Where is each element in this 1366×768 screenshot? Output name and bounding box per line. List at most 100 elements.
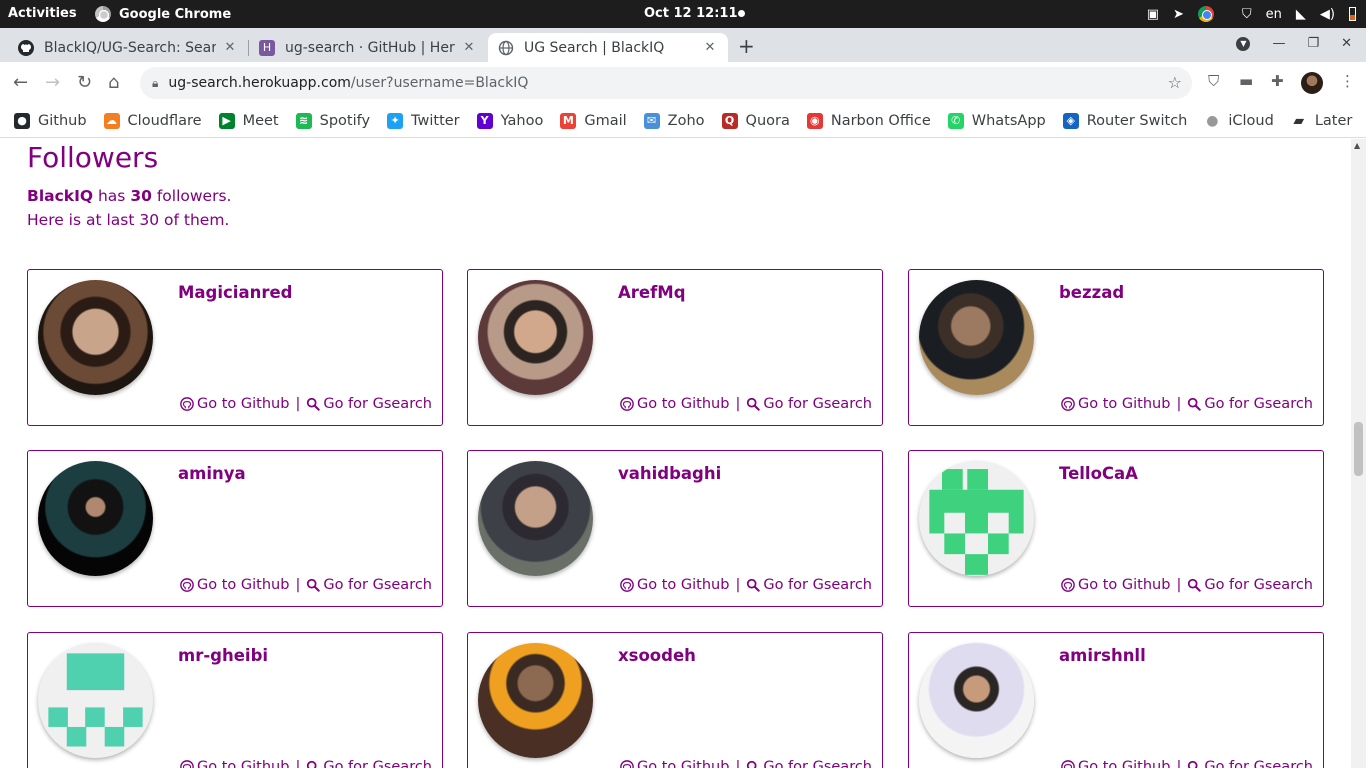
summary-count: 30 [130, 187, 152, 205]
avatar [478, 280, 593, 395]
tab-ug-search[interactable]: UG Search | BlackIQ ✕ [488, 33, 728, 62]
github-icon [1061, 397, 1075, 411]
bookmark-cloudflare[interactable]: ☁ Cloudflare [103, 112, 202, 129]
close-tab-icon[interactable]: ✕ [461, 40, 477, 55]
go-to-github-link[interactable]: Go to Github [197, 396, 289, 412]
follower-username[interactable]: aminya [178, 464, 246, 483]
go-for-gsearch-link[interactable]: Go for Gsearch [323, 577, 432, 593]
battery-icon[interactable] [1349, 7, 1356, 21]
forward-arrow-icon[interactable]: → [45, 72, 60, 93]
new-tab-button[interactable]: + [738, 34, 755, 58]
go-for-gsearch-link[interactable]: Go for Gsearch [1204, 759, 1313, 768]
maximize-icon[interactable]: ❐ [1307, 36, 1319, 51]
follower-username[interactable]: amirshnll [1059, 646, 1146, 665]
tab-github-repo[interactable]: BlackIQ/UG-Search: Searc ✕ [8, 33, 248, 62]
follower-username[interactable]: TelloCaA [1059, 464, 1138, 483]
scroll-up-arrow-icon[interactable]: ▲ [1354, 141, 1360, 150]
home-icon[interactable]: ⌂ [108, 72, 119, 93]
go-for-gsearch-link[interactable]: Go for Gsearch [323, 396, 432, 412]
follower-username[interactable]: Magicianred [178, 283, 292, 302]
go-to-github-link[interactable]: Go to Github [637, 759, 729, 768]
activities-button[interactable]: Activities [8, 6, 77, 21]
link-separator: | [735, 759, 741, 768]
bookmark-router-switch[interactable]: ◈ Router Switch [1062, 112, 1187, 129]
bookmark-twitter[interactable]: ✦ Twitter [387, 112, 460, 129]
go-to-github-link[interactable]: Go to Github [197, 577, 289, 593]
bookmark-spotify[interactable]: ≋ Spotify [295, 112, 371, 129]
go-to-github-link[interactable]: Go to Github [197, 759, 289, 768]
github-icon: ● [14, 112, 30, 129]
puzzle-icon[interactable]: ✚ [1271, 72, 1284, 90]
go-to-github-link[interactable]: Go to Github [1078, 577, 1170, 593]
address-bar[interactable]: 🔒︎ ug-search.herokuapp.com /user?usernam… [140, 67, 1192, 99]
clipboard-icon[interactable]: ▣ [1147, 7, 1159, 22]
app-menu[interactable]: Google Chrome [95, 6, 231, 22]
go-for-gsearch-link[interactable]: Go for Gsearch [763, 396, 872, 412]
follower-username[interactable]: xsoodeh [618, 646, 696, 665]
shield-extension-icon[interactable]: ⛉ [1208, 72, 1219, 90]
go-to-github-link[interactable]: Go to Github [637, 577, 729, 593]
close-tab-icon[interactable]: ✕ [702, 40, 718, 55]
follower-username[interactable]: vahidbaghi [618, 464, 721, 483]
bookmark-icloud[interactable]: ● iCloud [1204, 112, 1274, 129]
bookmark-star-icon[interactable]: ☆ [1168, 73, 1182, 92]
incognito-extension-icon[interactable]: ▬ [1239, 72, 1253, 90]
shield-icon[interactable]: ⛉ [1242, 7, 1252, 22]
bookmark-meet[interactable]: ▶ Meet [218, 112, 279, 129]
github-icon [180, 578, 194, 592]
follower-username[interactable]: ArefMq [618, 283, 686, 302]
bookmark-label: Gmail [584, 112, 627, 129]
notification-dot [738, 10, 745, 17]
bookmark-quora[interactable]: Q Quora [721, 112, 790, 129]
reload-icon[interactable]: ↻ [77, 72, 92, 93]
go-for-gsearch-link[interactable]: Go for Gsearch [763, 759, 872, 768]
volume-icon[interactable]: ◀) [1320, 7, 1335, 22]
search-icon [1188, 578, 1202, 592]
window-controls: ▼ — ❐ ✕ [1236, 36, 1352, 51]
go-to-github-link[interactable]: Go to Github [1078, 759, 1170, 768]
tab-heroku[interactable]: H ug-search · GitHub | Hero ✕ [249, 33, 487, 62]
telegram-icon[interactable]: ➤ [1173, 7, 1184, 22]
lock-icon[interactable]: 🔒︎ [152, 76, 158, 91]
bookmark-narbon-office[interactable]: ◉ Narbon Office [806, 112, 931, 129]
follower-card: TelloCaA Go to Github | Go for Gsearch [908, 450, 1324, 607]
chrome-tray-icon[interactable] [1197, 6, 1228, 22]
go-to-github-link[interactable]: Go to Github [637, 396, 729, 412]
follower-card: Magicianred Go to Github | Go for Gsearch [27, 269, 443, 426]
wifi-icon[interactable]: ◣ [1296, 7, 1306, 22]
follower-card: bezzad Go to Github | Go for Gsearch [908, 269, 1324, 426]
bookmark-later[interactable]: ▰ Later [1291, 113, 1352, 129]
go-for-gsearch-link[interactable]: Go for Gsearch [763, 577, 872, 593]
menu-dots-icon[interactable]: ⋮ [1340, 72, 1355, 90]
router-icon: ◈ [1062, 112, 1079, 129]
github-icon [1061, 578, 1075, 592]
bookmark-gmail[interactable]: M Gmail [560, 112, 627, 129]
go-for-gsearch-link[interactable]: Go for Gsearch [1204, 577, 1313, 593]
language-indicator[interactable]: en [1266, 7, 1282, 22]
back-arrow-icon[interactable]: ← [13, 72, 28, 93]
follower-username[interactable]: mr-gheibi [178, 646, 268, 665]
close-tab-icon[interactable]: ✕ [222, 40, 238, 55]
profile-avatar[interactable] [1301, 72, 1323, 94]
github-icon [180, 397, 194, 411]
browser-toolbar: ← → ↻ ⌂ 🔒︎ ug-search.herokuapp.com /user… [0, 62, 1366, 104]
bookmark-whatsapp[interactable]: ✆ WhatsApp [947, 112, 1046, 129]
go-to-github-link[interactable]: Go to Github [1078, 396, 1170, 412]
bookmark-yahoo[interactable]: Y Yahoo [476, 112, 543, 129]
bookmark-label: iCloud [1228, 112, 1274, 129]
bookmark-github[interactable]: ● Github [14, 112, 87, 129]
go-for-gsearch-link[interactable]: Go for Gsearch [1204, 396, 1313, 412]
bookmark-label: Spotify [319, 112, 371, 129]
spotify-icon: ≋ [295, 112, 312, 129]
follower-username[interactable]: bezzad [1059, 283, 1124, 302]
clock[interactable]: Oct 12 12:11 [644, 6, 738, 21]
scrollbar-thumb[interactable] [1354, 422, 1363, 476]
close-window-icon[interactable]: ✕ [1341, 36, 1352, 51]
github-icon [180, 760, 194, 768]
minimize-icon[interactable]: — [1272, 36, 1285, 51]
tab-search-icon[interactable]: ▼ [1236, 36, 1251, 51]
page-scrollbar[interactable]: ▲ [1351, 139, 1366, 768]
go-for-gsearch-link[interactable]: Go for Gsearch [323, 759, 432, 768]
summary-has: has [97, 187, 126, 205]
bookmark-zoho[interactable]: ✉ Zoho [643, 112, 705, 129]
